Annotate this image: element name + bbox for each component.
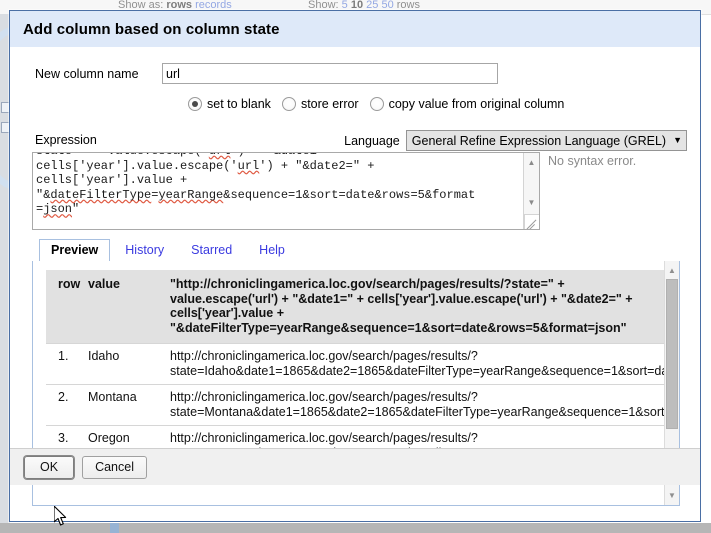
- language-select-value: General Refine Expression Language (GREL…: [412, 134, 666, 148]
- language-select[interactable]: General Refine Expression Language (GREL…: [406, 130, 687, 151]
- chevron-down-icon: ▼: [673, 136, 682, 145]
- language-row: Language General Refine Expression Langu…: [344, 130, 687, 151]
- radio-copy-original-value[interactable]: copy value from original column: [370, 97, 565, 111]
- radio-set-to-blank[interactable]: set to blank: [188, 97, 271, 111]
- tab-help[interactable]: Help: [247, 239, 297, 261]
- table-row: 2. Montana http://chroniclingamerica.loc…: [46, 385, 665, 426]
- radio-set-to-blank-label: set to blank: [207, 97, 271, 111]
- radio-copy-original-value-label: copy value from original column: [389, 97, 565, 111]
- preview-header-row-label: row: [46, 270, 88, 344]
- on-error-radio-group: set to blank store error copy value from…: [10, 97, 700, 111]
- new-column-name-input[interactable]: [162, 63, 498, 84]
- row-result-value: http://chroniclingamerica.loc.gov/search…: [170, 390, 665, 419]
- row-index: 1.: [46, 344, 88, 385]
- radio-unselected-icon: [370, 97, 384, 111]
- resize-grip-icon[interactable]: [524, 214, 539, 229]
- row-index: 2.: [46, 385, 88, 426]
- preview-table: row value "http://chroniclingamerica.loc…: [46, 270, 665, 467]
- expression-editor[interactable]: state=" + value.escape('url') + "&date1=…: [32, 152, 540, 230]
- row-source-value: Idaho: [88, 344, 170, 385]
- table-row: 1. Idaho http://chroniclingamerica.loc.g…: [46, 344, 665, 385]
- row-result-cell: http://chroniclingamerica.loc.gov/search…: [170, 344, 665, 385]
- new-column-name-row: New column name: [10, 63, 700, 84]
- dialog-title: Add column based on column state: [10, 21, 280, 38]
- expression-textarea[interactable]: state=" + value.escape('url') + "&date1=…: [32, 152, 540, 230]
- ok-button[interactable]: OK: [24, 456, 74, 479]
- radio-selected-icon: [188, 97, 202, 111]
- syntax-status: No syntax error.: [548, 154, 636, 168]
- radio-store-error-label: store error: [301, 97, 359, 111]
- preview-header-row: row value "http://chroniclingamerica.loc…: [46, 270, 665, 344]
- preview-header-expression: "http://chroniclingamerica.loc.gov/searc…: [170, 270, 665, 344]
- scroll-up-icon[interactable]: ▲: [665, 263, 679, 277]
- scroll-down-icon[interactable]: ▼: [524, 195, 539, 209]
- expression-text: state=" + value.escape('url') + "&date1=…: [36, 152, 516, 217]
- language-label: Language: [344, 134, 400, 148]
- row-result-value: http://chroniclingamerica.loc.gov/search…: [170, 349, 665, 378]
- row-source-value: Montana: [88, 385, 170, 426]
- preview-header-value-label: value: [88, 270, 170, 344]
- add-column-dialog: Add column based on column state New col…: [9, 10, 701, 522]
- new-column-name-label: New column name: [10, 67, 162, 81]
- backdrop-scroll-tick: [110, 523, 119, 533]
- dialog-footer: OK Cancel: [10, 448, 700, 485]
- cancel-button[interactable]: Cancel: [82, 456, 147, 479]
- preview-tabs: Preview History Starred Help: [32, 240, 680, 262]
- scroll-up-icon[interactable]: ▲: [524, 155, 539, 169]
- radio-unselected-icon: [282, 97, 296, 111]
- tab-starred[interactable]: Starred: [179, 239, 244, 261]
- radio-store-error[interactable]: store error: [282, 97, 359, 111]
- tab-preview[interactable]: Preview: [39, 239, 110, 262]
- row-result-cell: http://chroniclingamerica.loc.gov/search…: [170, 385, 665, 426]
- scroll-down-icon[interactable]: ▼: [665, 488, 679, 502]
- tab-history[interactable]: History: [113, 239, 176, 261]
- dialog-titlebar: Add column based on column state: [10, 11, 700, 48]
- dialog-body: New column name set to blank store error…: [10, 48, 700, 485]
- scrollbar-thumb[interactable]: [666, 279, 678, 429]
- backdrop-bottom-bar: [0, 523, 711, 533]
- expression-label: Expression: [35, 133, 97, 147]
